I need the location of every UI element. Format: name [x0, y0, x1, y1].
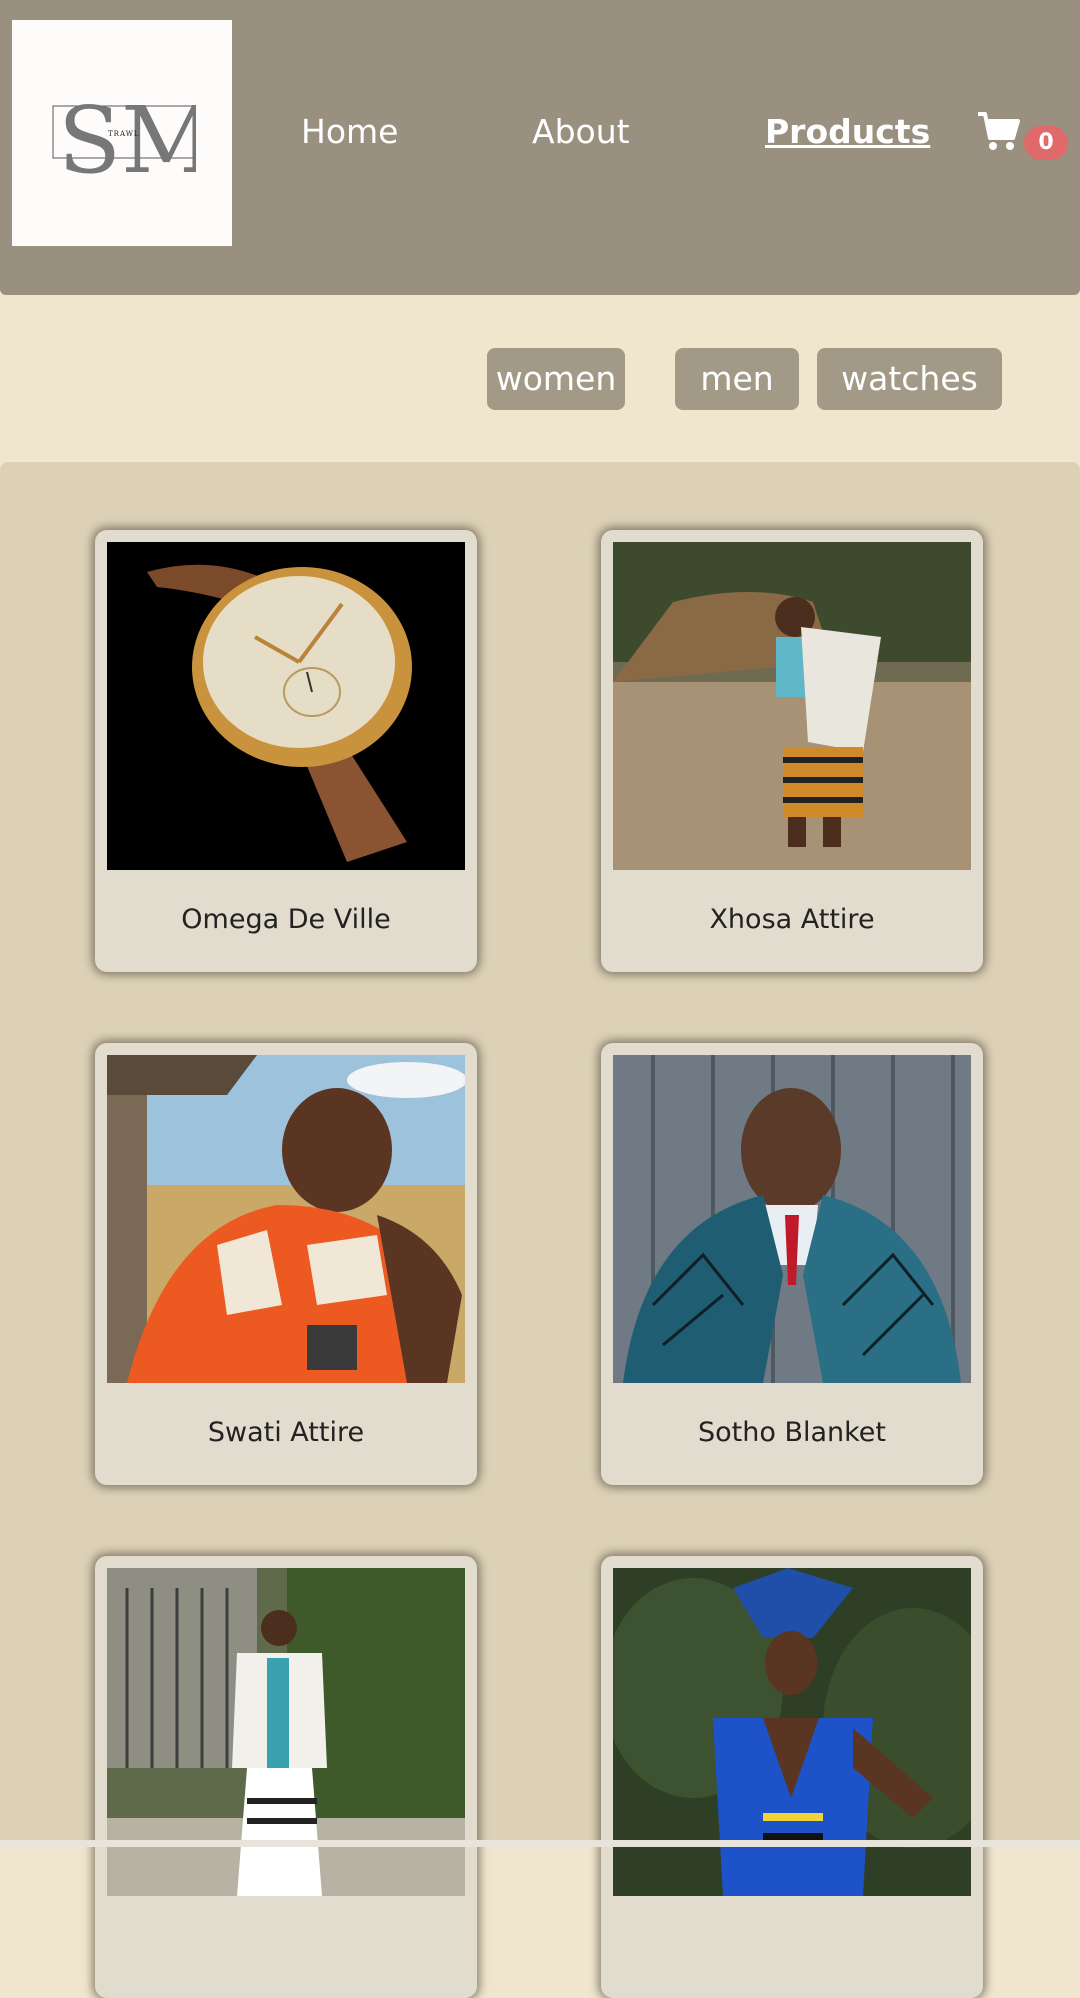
logo-subtext: TRAWL [108, 130, 140, 138]
product-image [107, 1055, 465, 1383]
product-image [107, 542, 465, 870]
product-image [613, 542, 971, 870]
man-in-swati-attire-photo [107, 1055, 465, 1383]
product-card[interactable]: Sotho Blanket [601, 1043, 983, 1485]
page-bottom-edge [0, 1840, 1080, 1847]
product-name: Omega De Ville [181, 904, 391, 935]
product-name: Sotho Blanket [697, 1417, 886, 1448]
nav-products-link[interactable]: Products [765, 112, 930, 151]
site-header: SM TRAWL Home About Products 0 [0, 0, 1080, 295]
nav-about-link[interactable]: About [532, 112, 630, 151]
product-card[interactable]: Xhosa Attire [601, 530, 983, 972]
gold-wristwatch-photo [107, 542, 465, 870]
product-card[interactable]: Swati Attire [95, 1043, 477, 1485]
brand-logo[interactable]: SM TRAWL [12, 20, 232, 246]
products-grid: Omega De Ville Xhosa Attire Swati Attire… [0, 462, 1080, 1998]
shopping-cart-icon[interactable] [976, 110, 1020, 152]
product-name: Xhosa Attire [709, 904, 875, 935]
product-image [613, 1055, 971, 1383]
man-in-sotho-blanket-photo [613, 1055, 971, 1383]
nav-home-link[interactable]: Home [301, 112, 398, 151]
product-card[interactable] [601, 1556, 983, 1998]
filter-watches-button[interactable]: watches [817, 348, 1002, 410]
product-card[interactable] [95, 1556, 477, 1998]
product-name: Swati Attire [207, 1417, 365, 1448]
sm-logo-mark: SM TRAWL [52, 90, 196, 178]
filter-women-button[interactable]: women [487, 348, 625, 410]
man-in-xhosa-attire-photo [613, 542, 971, 870]
product-card[interactable]: Omega De Ville [95, 530, 477, 972]
filter-men-button[interactable]: men [675, 348, 799, 410]
cart-count-badge: 0 [1024, 126, 1068, 160]
